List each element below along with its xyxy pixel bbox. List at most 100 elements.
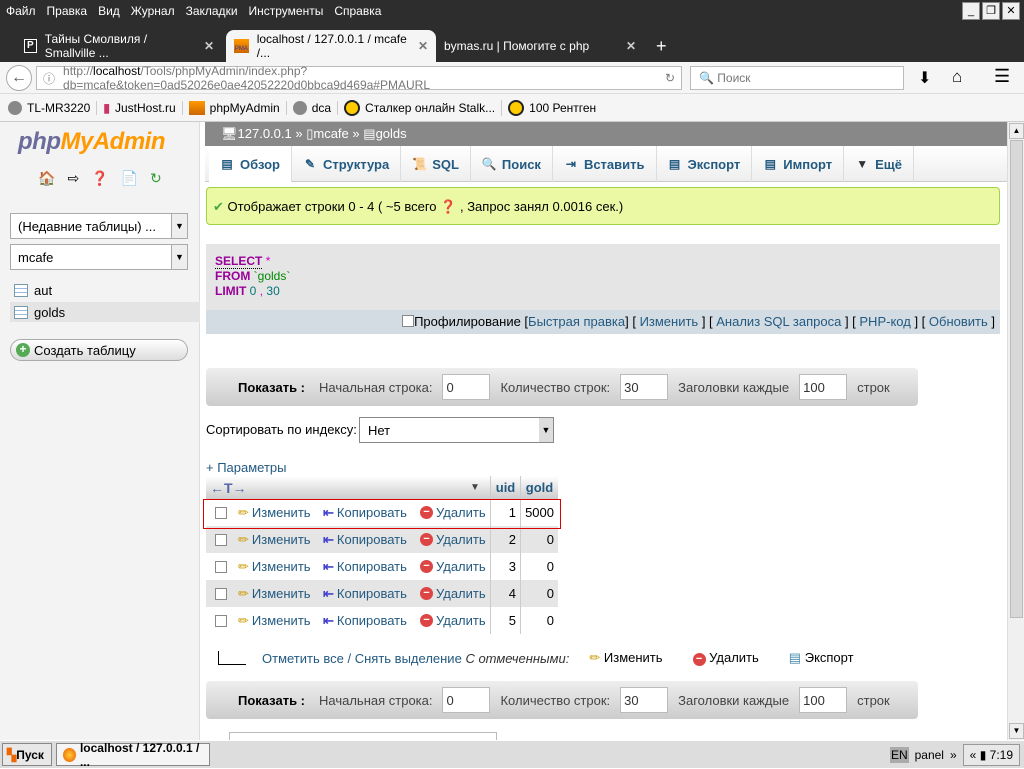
bookmark[interactable]: dca xyxy=(292,100,339,115)
column-resize-icon[interactable]: ←T→ xyxy=(210,476,247,499)
headers-every-input[interactable]: 100 xyxy=(799,374,848,400)
tab-sql[interactable]: 📜 SQL xyxy=(401,146,471,182)
url-bar[interactable]: ⓘ http://localhost/Tools/phpMyAdmin/index… xyxy=(36,64,682,92)
explain-link[interactable]: Анализ SQL запроса xyxy=(716,314,841,329)
row-checkbox[interactable] xyxy=(215,533,227,546)
browser-tab[interactable]: P Тайны Смолвиля / Smallville ... ✕ xyxy=(16,30,222,62)
back-button[interactable]: ← xyxy=(6,65,32,91)
cell-uid[interactable]: 4 xyxy=(490,580,520,607)
recent-tables-select[interactable]: (Недавние таблицы) ... ▼ xyxy=(10,213,188,239)
start-button[interactable]: ▚Пуск xyxy=(2,743,52,766)
help-icon[interactable]: ❓ xyxy=(91,170,108,187)
tab-export[interactable]: ▤ Экспорт xyxy=(657,146,753,182)
row-delete-button[interactable]: − Удалить xyxy=(420,526,486,553)
scrollbar[interactable]: ▲ ▼ xyxy=(1007,122,1024,740)
row-edit-button[interactable]: ✏ Изменить xyxy=(238,580,311,607)
php-code-link[interactable]: PHP-код xyxy=(859,314,910,329)
breadcrumb-db[interactable]: mcafe xyxy=(313,126,348,141)
panel-label[interactable]: panel xyxy=(915,748,944,762)
close-tab-icon[interactable]: ✕ xyxy=(418,39,428,53)
refresh-link[interactable]: Обновить xyxy=(929,314,988,329)
database-select[interactable]: mcafe ▼ xyxy=(10,244,188,270)
cell-uid[interactable]: 2 xyxy=(490,526,520,553)
scroll-up-button[interactable]: ▲ xyxy=(1009,123,1024,139)
tab-structure[interactable]: ✎ Структура xyxy=(292,146,402,182)
check-all-link[interactable]: Отметить все xyxy=(262,651,344,666)
download-icon[interactable]: ⬇ xyxy=(918,68,931,88)
sort-index-select[interactable]: Нет ▼ xyxy=(359,417,554,443)
home-icon[interactable]: ⌂ xyxy=(952,67,962,87)
row-checkbox[interactable] xyxy=(215,614,227,627)
cell-gold[interactable]: 0 xyxy=(520,607,558,634)
row-checkbox[interactable] xyxy=(215,587,227,600)
minimize-button[interactable]: _ xyxy=(962,2,980,20)
bulk-edit-button[interactable]: ✏ Изменить xyxy=(589,650,662,666)
row-edit-button[interactable]: ✏ Изменить xyxy=(238,607,311,634)
uncheck-all-link[interactable]: Снять выделение xyxy=(355,651,462,666)
tab-insert[interactable]: ⇥ Вставить xyxy=(553,146,657,182)
profiling-checkbox[interactable] xyxy=(402,315,415,327)
logout-icon[interactable]: ⇨ xyxy=(67,170,79,187)
row-delete-button[interactable]: − Удалить xyxy=(420,580,486,607)
menu-edit[interactable]: Правка xyxy=(41,0,93,18)
create-table-button[interactable]: + Создать таблицу xyxy=(10,339,188,361)
breadcrumb-table[interactable]: golds xyxy=(376,126,407,141)
row-copy-button[interactable]: ⇤ Копировать xyxy=(323,553,407,580)
edit-link[interactable]: Изменить xyxy=(640,314,699,329)
reload-icon[interactable]: ↻ xyxy=(665,71,675,85)
row-count-input[interactable]: 30 xyxy=(620,374,669,400)
bulk-export-button[interactable]: ▤ Экспорт xyxy=(789,650,854,666)
close-window-button[interactable]: ✕ xyxy=(1002,2,1020,20)
tab-browse[interactable]: ▤ Обзор xyxy=(209,146,292,182)
new-tab-button[interactable]: + xyxy=(648,30,675,62)
row-edit-button[interactable]: ✏ Изменить xyxy=(238,553,311,580)
bookmark[interactable]: TL-MR3220 xyxy=(8,100,98,115)
headers-every-input[interactable]: 100 xyxy=(799,687,848,713)
maximize-button[interactable]: ❐ xyxy=(982,2,1000,20)
help-icon[interactable]: ❓ xyxy=(440,199,456,214)
scroll-thumb[interactable] xyxy=(1010,140,1023,618)
column-header-uid[interactable]: uid xyxy=(490,476,520,499)
column-header-gold[interactable]: gold xyxy=(520,476,558,499)
breadcrumb-server[interactable]: 127.0.0.1 xyxy=(238,126,292,141)
sidebar-table-aut[interactable]: aut xyxy=(10,280,200,300)
start-row-input[interactable]: 0 xyxy=(442,687,491,713)
home-icon[interactable]: 🏠 xyxy=(38,170,55,187)
docs-icon[interactable]: 📄 xyxy=(121,170,138,187)
tab-search[interactable]: 🔍 Поиск xyxy=(471,146,553,182)
cell-gold[interactable]: 0 xyxy=(520,580,558,607)
row-delete-button[interactable]: − Удалить xyxy=(420,607,486,634)
language-indicator[interactable]: EN xyxy=(889,746,909,763)
bookmark[interactable]: Сталкер онлайн Stalk... xyxy=(344,99,503,116)
bookmark[interactable]: ▮ JustHost.ru xyxy=(103,100,183,115)
close-tab-icon[interactable]: ✕ xyxy=(204,39,214,53)
close-tab-icon[interactable]: ✕ xyxy=(626,39,636,53)
scroll-down-button[interactable]: ▼ xyxy=(1009,723,1024,739)
phpmyadmin-logo[interactable]: phpMyAdmin xyxy=(18,128,165,156)
menu-file[interactable]: Файл xyxy=(0,0,41,18)
row-delete-button[interactable]: − Удалить xyxy=(420,553,486,580)
tab-more[interactable]: ▼ Ещё xyxy=(844,146,915,182)
row-copy-button[interactable]: ⇤ Копировать xyxy=(323,580,407,607)
menu-bookmarks[interactable]: Закладки xyxy=(180,0,243,18)
menu-tools[interactable]: Инструменты xyxy=(243,0,329,18)
options-link[interactable]: + Параметры xyxy=(206,460,287,475)
cell-uid[interactable]: 5 xyxy=(490,607,520,634)
row-copy-button[interactable]: ⇤ Копировать xyxy=(323,607,407,634)
cell-gold[interactable]: 0 xyxy=(520,526,558,553)
triangle-down-icon[interactable]: ▼ xyxy=(470,476,480,499)
browser-tab[interactable]: bymas.ru | Помогите с php ✕ xyxy=(436,30,644,62)
tab-import[interactable]: ▤ Импорт xyxy=(752,146,845,182)
row-edit-button[interactable]: ✏ Изменить xyxy=(238,526,311,553)
cell-uid[interactable]: 3 xyxy=(490,553,520,580)
hamburger-menu-icon[interactable]: ☰ xyxy=(994,66,1010,87)
reload-icon[interactable]: ↻ xyxy=(150,170,162,187)
cell-gold[interactable]: 0 xyxy=(520,553,558,580)
row-copy-button[interactable]: ⇤ Копировать xyxy=(323,526,407,553)
row-count-input[interactable]: 30 xyxy=(620,687,669,713)
menu-help[interactable]: Справка xyxy=(328,0,386,18)
info-icon[interactable]: ⓘ xyxy=(43,70,55,87)
bulk-delete-button[interactable]: − Удалить xyxy=(692,650,759,666)
search-input[interactable]: 🔍 Поиск xyxy=(690,66,904,90)
inline-edit-link[interactable]: Быстрая правка xyxy=(528,314,625,329)
